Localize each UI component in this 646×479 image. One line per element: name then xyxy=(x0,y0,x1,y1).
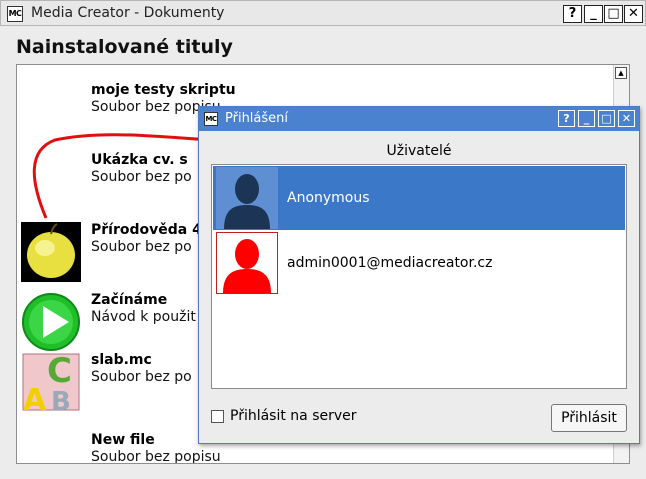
page-title: Nainstalované tituly xyxy=(16,36,233,58)
close-button[interactable]: ✕ xyxy=(624,5,643,23)
item-title: moje testy skriptu xyxy=(91,82,236,98)
svg-text:A: A xyxy=(23,383,47,412)
dialog-help-button[interactable]: ? xyxy=(558,110,575,127)
item-title: Ukázka cv. s xyxy=(91,152,188,168)
main-titlebar[interactable]: MC Media Creator - Dokumenty ? _ □ ✕ xyxy=(0,0,646,26)
user-silhouette-icon xyxy=(216,232,278,294)
login-dialog: MC Přihlášení ? _ □ ✕ Uživatelé Anonymou… xyxy=(198,106,640,444)
play-icon xyxy=(21,292,81,352)
user-list[interactable]: Anonymous admin0001@mediacreator.cz xyxy=(211,164,627,389)
maximize-button[interactable]: □ xyxy=(604,5,623,23)
users-label: Uživatelé xyxy=(386,143,452,159)
server-login-checkbox[interactable] xyxy=(211,410,224,423)
scroll-up-icon[interactable]: ▲ xyxy=(615,67,627,79)
svg-text:C: C xyxy=(47,352,72,391)
dialog-titlebar[interactable]: MC Přihlášení ? _ □ ✕ xyxy=(199,107,639,131)
item-description: Soubor bez po xyxy=(91,369,192,385)
apple-icon xyxy=(21,222,81,282)
user-name: Anonymous xyxy=(287,190,370,206)
item-title: slab.mc xyxy=(91,352,152,368)
user-item-admin[interactable]: admin0001@mediacreator.cz xyxy=(213,231,625,295)
window-title: Media Creator - Dokumenty xyxy=(31,5,225,21)
dialog-close-button[interactable]: ✕ xyxy=(618,110,635,127)
dialog-title: Přihlášení xyxy=(225,111,289,126)
user-name: admin0001@mediacreator.cz xyxy=(287,255,493,271)
minimize-button[interactable]: _ xyxy=(584,5,603,23)
item-title: Přírodověda 4 xyxy=(91,222,202,238)
item-description: Návod k použit xyxy=(91,309,196,325)
item-description: Soubor bez po xyxy=(91,239,192,255)
app-logo-icon: MC xyxy=(7,6,23,22)
abc-icon: C A B xyxy=(21,351,81,418)
item-description: Soubor bez popisu xyxy=(91,449,221,464)
login-button[interactable]: Přihlásit xyxy=(551,404,627,432)
item-title: New file xyxy=(91,432,155,448)
user-item-anonymous[interactable]: Anonymous xyxy=(213,166,625,230)
dialog-maximize-button[interactable]: □ xyxy=(598,110,615,127)
user-silhouette-icon xyxy=(216,167,278,229)
app-logo-icon: MC xyxy=(204,112,218,126)
server-login-label[interactable]: Přihlásit na server xyxy=(230,408,357,424)
help-button[interactable]: ? xyxy=(563,5,582,23)
svg-text:B: B xyxy=(51,387,71,412)
dialog-minimize-button[interactable]: _ xyxy=(578,110,595,127)
item-title: Začínáme xyxy=(91,292,168,308)
item-description: Soubor bez po xyxy=(91,169,192,185)
